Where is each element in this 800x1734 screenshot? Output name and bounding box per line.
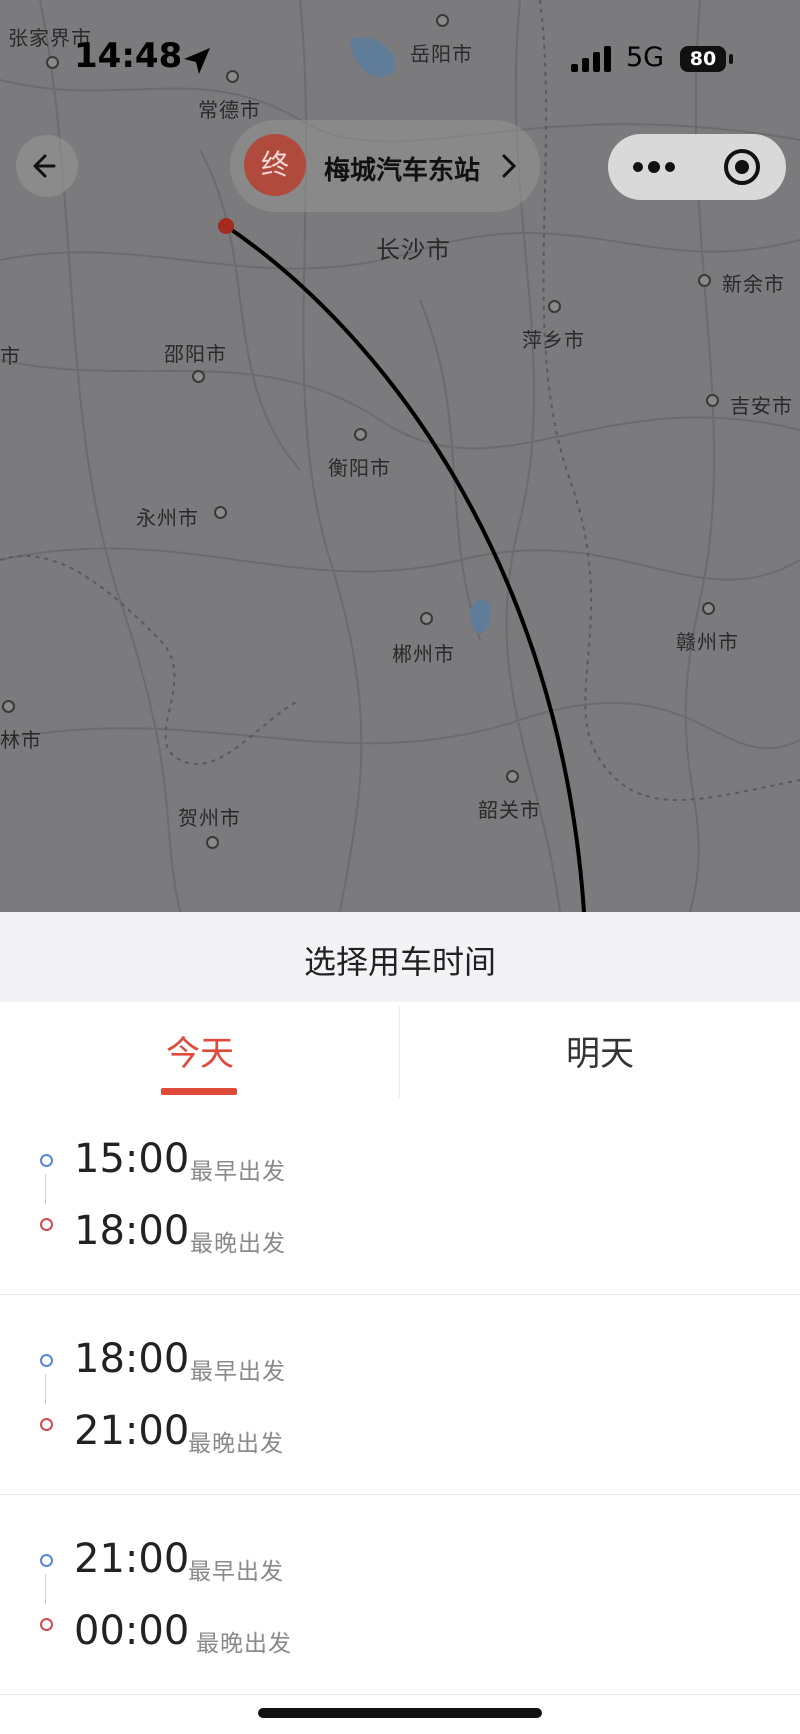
slot-divider xyxy=(0,1494,800,1495)
destination-pill[interactable]: 终 梅城汽车东站 xyxy=(230,120,540,212)
battery-level: 80 xyxy=(680,46,726,72)
city-dot xyxy=(192,370,205,383)
city-label: 邵阳市 xyxy=(164,342,227,366)
status-time: 14:48 xyxy=(74,36,183,76)
city-dot xyxy=(436,14,449,27)
city-label: 林市 xyxy=(0,728,42,752)
city-dot xyxy=(354,428,367,441)
destination-name: 梅城汽车东站 xyxy=(324,156,481,186)
time-slot[interactable]: 21:00 最早出发 00:00 最晚出发 xyxy=(0,1500,800,1699)
tab-tomorrow[interactable]: 明天 xyxy=(400,1026,800,1075)
city-label: 岳阳市 xyxy=(410,42,473,66)
time-slot[interactable]: 15:00 最早出发 18:00 最晚出发 xyxy=(0,1100,800,1299)
city-dot xyxy=(702,602,715,615)
city-dot xyxy=(2,700,15,713)
city-label: 常德市 xyxy=(198,98,261,122)
end-label: 最晚出发 xyxy=(190,1231,286,1257)
back-button[interactable] xyxy=(16,135,78,197)
start-label: 最早出发 xyxy=(190,1159,286,1185)
end-label: 最晚出发 xyxy=(188,1431,284,1457)
back-arrow-icon xyxy=(33,154,56,178)
city-label: 赣州市 xyxy=(676,630,739,654)
end-marker-icon xyxy=(40,1618,53,1631)
city-label: 吉安市 xyxy=(730,394,793,418)
city-dot xyxy=(46,56,59,69)
end-marker-icon xyxy=(40,1418,53,1431)
slot-divider xyxy=(0,1694,800,1695)
end-label: 最晚出发 xyxy=(196,1631,292,1657)
signal-icon xyxy=(571,46,611,72)
chevron-right-icon xyxy=(502,154,517,178)
city-label: 市 xyxy=(0,344,21,368)
end-time: 00:00 xyxy=(74,1608,190,1654)
day-tabs: 今天 明天 xyxy=(0,1002,800,1100)
city-dot xyxy=(206,836,219,849)
start-label: 最早出发 xyxy=(188,1559,284,1585)
time-slot[interactable]: 18:00 最早出发 21:00 最晚出发 xyxy=(0,1300,800,1499)
sheet-header: 选择用车时间 xyxy=(0,912,800,1002)
city-label: 贺州市 xyxy=(178,806,241,830)
network-type: 5G xyxy=(626,42,665,73)
city-dot xyxy=(698,274,711,287)
destination-badge: 终 xyxy=(244,134,306,196)
mini-program-capsule xyxy=(608,134,786,200)
start-label: 最早出发 xyxy=(190,1359,286,1385)
slot-connector xyxy=(45,1174,46,1204)
city-dot xyxy=(226,70,239,83)
city-label: 新余市 xyxy=(722,272,785,296)
city-dot xyxy=(706,394,719,407)
start-time: 15:00 xyxy=(74,1136,190,1182)
city-label: 郴州市 xyxy=(392,642,455,666)
city-label: 萍乡市 xyxy=(522,328,585,352)
city-dot xyxy=(548,300,561,313)
city-dot xyxy=(420,612,433,625)
sheet-title: 选择用车时间 xyxy=(303,943,496,981)
city-label: 长沙市 xyxy=(376,236,451,264)
start-marker-icon xyxy=(40,1154,53,1167)
route-start-dot xyxy=(218,218,234,234)
city-dot xyxy=(506,770,519,783)
city-dot xyxy=(214,506,227,519)
city-label: 韶关市 xyxy=(478,798,541,822)
target-circle-icon[interactable] xyxy=(722,147,762,187)
slot-divider xyxy=(0,1294,800,1295)
active-tab-indicator xyxy=(161,1088,237,1095)
start-marker-icon xyxy=(40,1554,53,1567)
more-dots-icon[interactable] xyxy=(632,154,676,180)
tab-today[interactable]: 今天 xyxy=(0,1026,400,1075)
battery-icon xyxy=(729,54,733,64)
slot-connector xyxy=(45,1574,46,1604)
start-marker-icon xyxy=(40,1354,53,1367)
start-time: 21:00 xyxy=(74,1536,190,1582)
end-time: 18:00 xyxy=(74,1208,190,1254)
city-label: 衡阳市 xyxy=(328,456,391,480)
home-indicator[interactable] xyxy=(258,1708,542,1718)
city-label: 永州市 xyxy=(136,506,199,530)
end-time: 21:00 xyxy=(74,1408,190,1454)
location-arrow-icon xyxy=(184,48,210,74)
end-marker-icon xyxy=(40,1218,53,1231)
slot-connector xyxy=(45,1374,46,1404)
start-time: 18:00 xyxy=(74,1336,190,1382)
